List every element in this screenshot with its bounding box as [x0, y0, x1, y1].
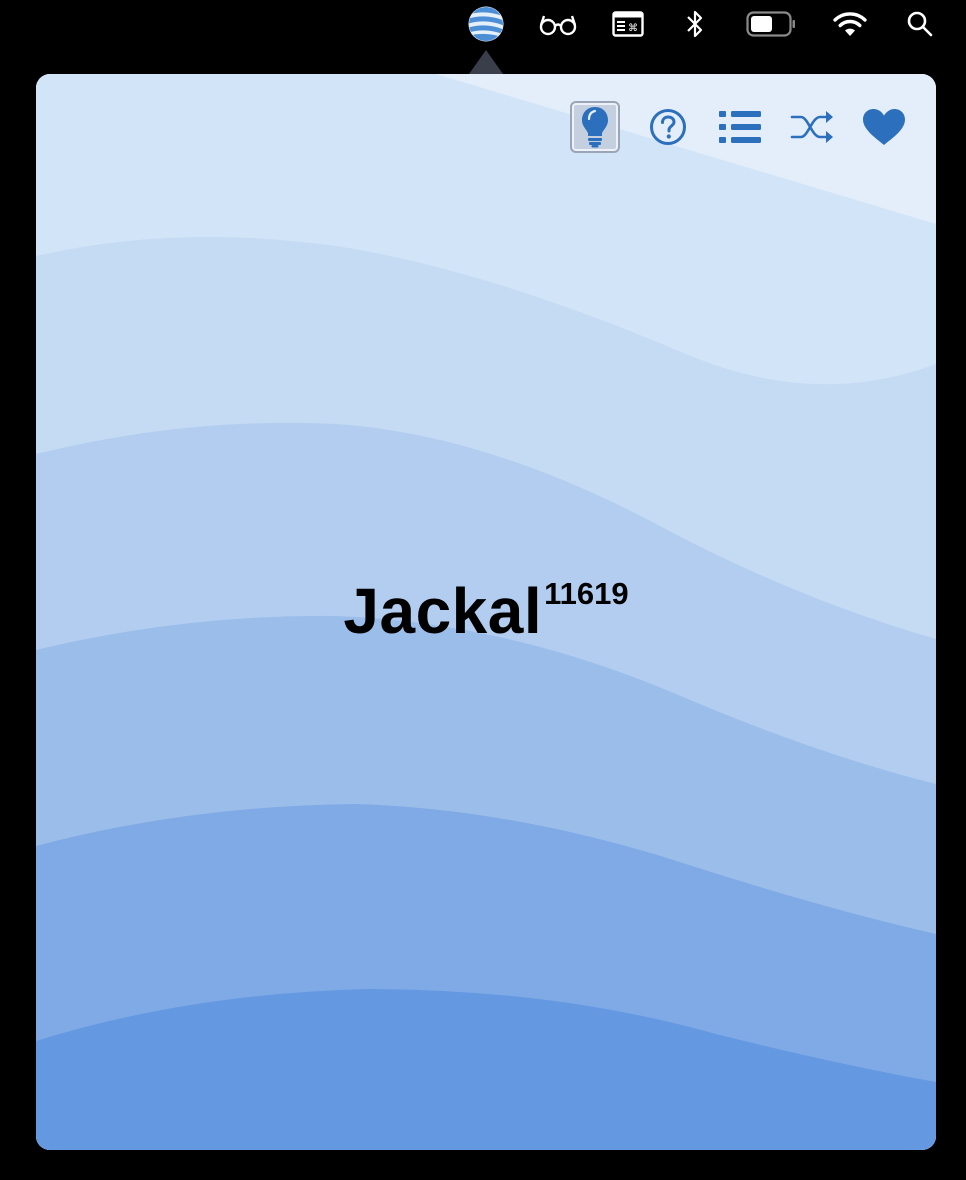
menu-bar: ⌘ — [0, 0, 966, 48]
wifi-icon[interactable] — [830, 4, 870, 44]
lightbulb-icon — [582, 107, 608, 148]
animal-name: Jackal — [343, 575, 543, 647]
keyboard-shortcut-icon[interactable]: ⌘ — [608, 4, 648, 44]
list-icon — [719, 111, 761, 143]
animal-count: 11619 — [544, 576, 629, 611]
shuffle-button[interactable] — [787, 101, 837, 153]
battery-icon[interactable] — [746, 4, 796, 44]
svg-text:⌘: ⌘ — [628, 23, 638, 34]
popover-panel: Jackal11619 — [36, 74, 936, 1150]
help-button[interactable] — [643, 101, 693, 153]
list-button[interactable] — [715, 101, 765, 153]
app-globe-icon[interactable] — [466, 4, 506, 44]
help-icon — [650, 109, 686, 145]
favorite-button[interactable] — [859, 101, 909, 153]
spotlight-search-icon[interactable] — [900, 4, 940, 44]
shuffle-icon — [790, 111, 833, 143]
heart-icon — [863, 109, 905, 145]
bluetooth-icon[interactable] — [675, 4, 715, 44]
animal-title: Jackal11619 — [36, 574, 936, 648]
lightbulb-button[interactable] — [570, 101, 620, 153]
glasses-icon[interactable] — [538, 4, 578, 44]
popover-arrow — [469, 50, 503, 74]
